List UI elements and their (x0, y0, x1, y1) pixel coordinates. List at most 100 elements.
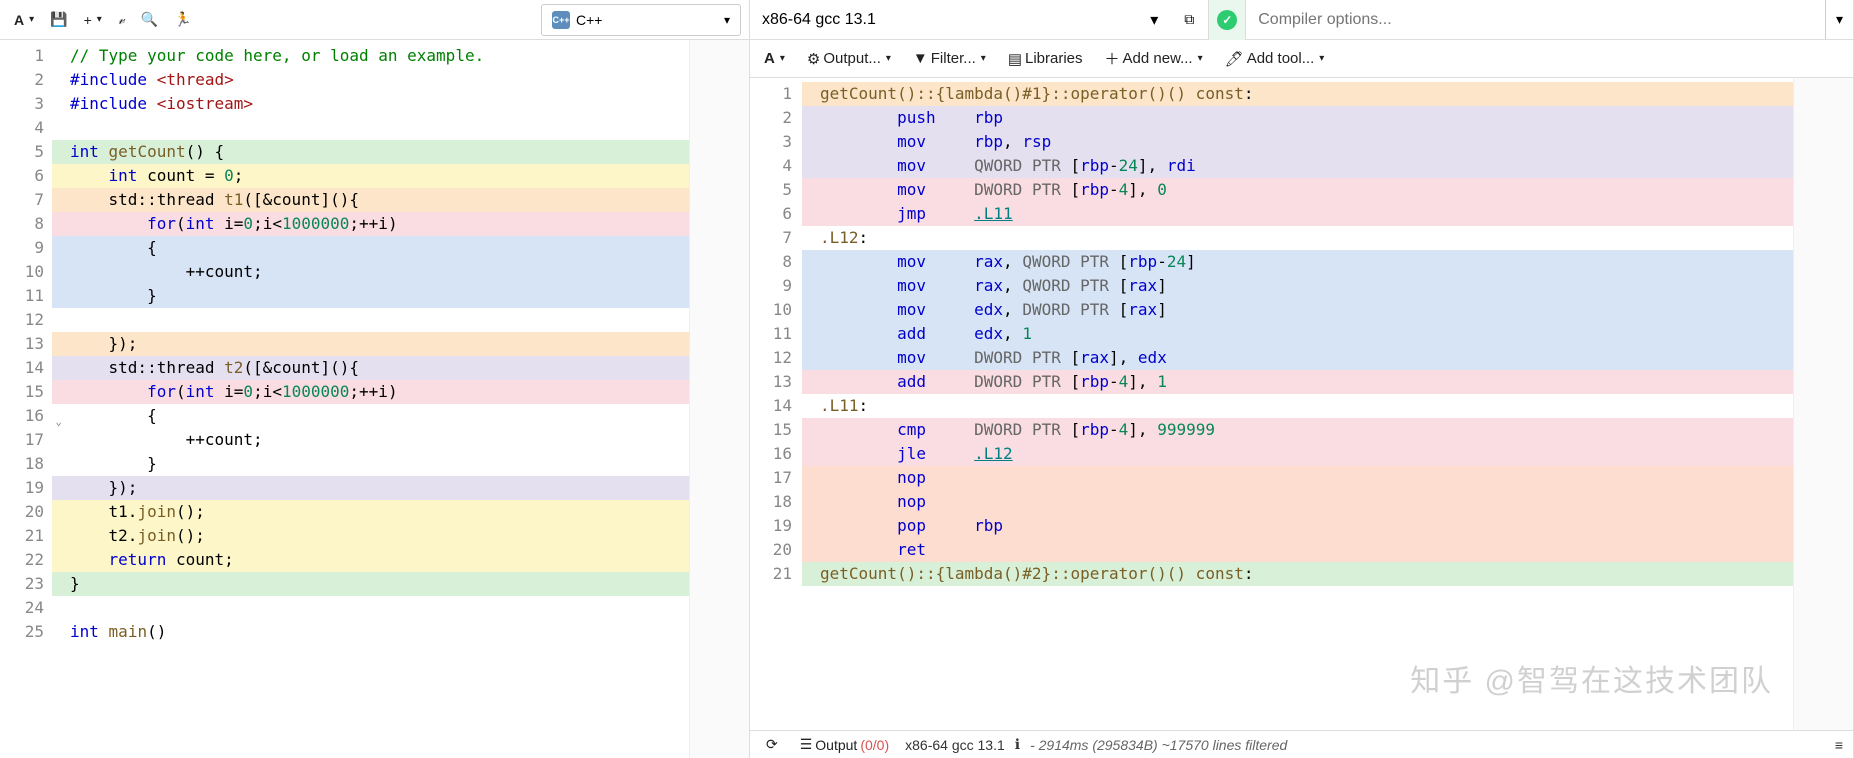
asm-line[interactable]: add edx, 1 (802, 322, 1793, 346)
asm-line[interactable]: nop (802, 490, 1793, 514)
asm-line[interactable]: pop rbp (802, 514, 1793, 538)
cpp-logo-icon: C++ (552, 11, 570, 29)
asm-line[interactable]: jmp .L11 (802, 202, 1793, 226)
source-line[interactable]: ++count; (52, 428, 689, 452)
asm-gutter: 123456789101112131415161718192021 (750, 78, 802, 730)
vim-button[interactable]: 𝓋 (112, 7, 131, 32)
plus-icon: ＋ (1105, 48, 1120, 69)
source-line[interactable]: // Type your code here, or load an examp… (52, 44, 689, 68)
source-line[interactable] (52, 116, 689, 140)
source-line[interactable]: t2.join(); (52, 524, 689, 548)
add-new-button[interactable]: ＋ Add new... ▾ (1099, 44, 1209, 73)
source-line[interactable]: } (52, 284, 689, 308)
source-toolbar: A▾ 💾 +▾ 𝓋 🔍 🏃 C++ C++ ▾ (0, 0, 749, 40)
source-line[interactable]: std::thread t2([&count](){ (52, 356, 689, 380)
status-bar: ⟳ ☰ Output (0/0) x86-64 gcc 13.1 ℹ - 291… (750, 730, 1853, 758)
source-pane: A▾ 💾 +▾ 𝓋 🔍 🏃 C++ C++ ▾ 12345⌄67⌄89⌄1011… (0, 0, 750, 758)
vim-icon: 𝓋 (118, 11, 125, 28)
add-tool-button[interactable]: 🖊 Add tool... ▾ (1219, 46, 1331, 72)
gear-icon: ⚙ (807, 50, 820, 68)
asm-line[interactable]: .L12: (802, 226, 1793, 250)
source-line[interactable]: }); (52, 476, 689, 500)
asm-line[interactable]: mov rax, QWORD PTR [rbp-24] (802, 250, 1793, 274)
asm-line[interactable]: cmp DWORD PTR [rbp-4], 999999 (802, 418, 1793, 442)
open-external-button[interactable]: ⧉ (1170, 11, 1208, 28)
asm-pane: x86-64 gcc 13.1 ▾ ⧉ ✓ ▾ A▾ ⚙ Output... ▾… (750, 0, 1854, 758)
wrench-icon: 🖊 (1225, 50, 1244, 68)
info-icon[interactable]: ℹ (1015, 736, 1020, 753)
source-line[interactable]: { (52, 404, 689, 428)
book-icon: ▤ (1008, 50, 1022, 68)
asm-code[interactable]: getCount()::{lambda()#1}::operator()() c… (802, 78, 1793, 730)
compiler-row: x86-64 gcc 13.1 ▾ ⧉ ✓ ▾ (750, 0, 1853, 40)
source-line[interactable]: for(int i=0;i<1000000;++i) (52, 380, 689, 404)
source-line[interactable]: } (52, 572, 689, 596)
asm-line[interactable]: getCount()::{lambda()#1}::operator()() c… (802, 82, 1793, 106)
asm-line[interactable]: mov rbp, rsp (802, 130, 1793, 154)
source-line[interactable]: int count = 0; (52, 164, 689, 188)
app-root: A▾ 💾 +▾ 𝓋 🔍 🏃 C++ C++ ▾ 12345⌄67⌄89⌄1011… (0, 0, 1854, 758)
source-line[interactable]: { (52, 236, 689, 260)
source-line[interactable]: #include <iostream> (52, 92, 689, 116)
status-compiler: x86-64 gcc 13.1 (905, 737, 1005, 753)
filter-menu-button[interactable]: ▼ Filter... ▾ (907, 46, 992, 71)
language-label: C++ (576, 12, 602, 28)
add-button[interactable]: +▾ (78, 8, 108, 32)
search-icon: 🔍 (141, 11, 158, 28)
compiler-selector[interactable]: x86-64 gcc 13.1 ▾ (750, 10, 1170, 30)
source-editor[interactable]: 12345⌄67⌄89⌄1011121314⌄1516⌄171819202122… (0, 40, 749, 758)
compiler-label: x86-64 gcc 13.1 (762, 11, 876, 29)
libraries-button[interactable]: ▤ Libraries (1002, 46, 1089, 72)
source-line[interactable]: #include <thread> (52, 68, 689, 92)
asm-minimap[interactable] (1793, 78, 1853, 730)
source-line[interactable]: ++count; (52, 260, 689, 284)
output-toggle[interactable]: ☰ Output (0/0) (794, 732, 895, 757)
source-line[interactable]: std::thread t1([&count](){ (52, 188, 689, 212)
list-icon: ☰ (800, 736, 813, 753)
asm-line[interactable]: ret (802, 538, 1793, 562)
source-line[interactable]: }); (52, 332, 689, 356)
source-line[interactable] (52, 308, 689, 332)
asm-toolbar: A▾ ⚙ Output... ▾ ▼ Filter... ▾ ▤ Librari… (750, 40, 1853, 78)
font-menu-button[interactable]: A▾ (8, 8, 40, 32)
asm-line[interactable]: push rbp (802, 106, 1793, 130)
font-menu-button[interactable]: A▾ (758, 46, 791, 71)
asm-editor[interactable]: 123456789101112131415161718192021 getCou… (750, 78, 1853, 730)
asm-line[interactable]: mov DWORD PTR [rbp-4], 0 (802, 178, 1793, 202)
asm-line[interactable]: jle .L12 (802, 442, 1793, 466)
source-line[interactable]: t1.join(); (52, 500, 689, 524)
source-minimap[interactable] (689, 40, 749, 758)
source-line[interactable]: int getCount() { (52, 140, 689, 164)
source-line[interactable]: int main() (52, 620, 689, 644)
asm-line[interactable]: mov edx, DWORD PTR [rax] (802, 298, 1793, 322)
options-dropdown-button[interactable]: ▾ (1825, 0, 1853, 39)
run-button[interactable]: 🏃 (168, 7, 197, 32)
source-line[interactable]: for(int i=0;i<1000000;++i) (52, 212, 689, 236)
refresh-icon: ⟳ (766, 736, 778, 753)
refresh-button[interactable]: ⟳ (760, 732, 784, 757)
language-selector[interactable]: C++ C++ ▾ (541, 4, 741, 36)
source-line[interactable]: } (52, 452, 689, 476)
output-menu-button[interactable]: ⚙ Output... ▾ (801, 46, 897, 72)
source-gutter: 12345⌄67⌄89⌄1011121314⌄1516⌄171819202122… (0, 40, 52, 758)
chevron-down-icon: ▾ (724, 13, 730, 27)
chevron-down-icon: ▾ (1836, 11, 1843, 28)
asm-line[interactable]: mov DWORD PTR [rax], edx (802, 346, 1793, 370)
scroll-indicator-icon: ≡ (1835, 737, 1843, 753)
compile-status: ✓ (1208, 0, 1246, 40)
save-button[interactable]: 💾 (44, 7, 73, 32)
compiler-options-input[interactable] (1246, 0, 1825, 39)
asm-line[interactable]: add DWORD PTR [rbp-4], 1 (802, 370, 1793, 394)
asm-line[interactable]: mov rax, QWORD PTR [rax] (802, 274, 1793, 298)
source-code[interactable]: // Type your code here, or load an examp… (52, 40, 689, 758)
chevron-down-icon: ▾ (1150, 10, 1158, 30)
asm-line[interactable]: .L11: (802, 394, 1793, 418)
external-link-icon: ⧉ (1184, 11, 1194, 28)
asm-line[interactable]: getCount()::{lambda()#2}::operator()() c… (802, 562, 1793, 586)
search-button[interactable]: 🔍 (135, 7, 164, 32)
source-line[interactable]: return count; (52, 548, 689, 572)
asm-line[interactable]: mov QWORD PTR [rbp-24], rdi (802, 154, 1793, 178)
save-icon: 💾 (50, 11, 67, 28)
asm-line[interactable]: nop (802, 466, 1793, 490)
source-line[interactable] (52, 596, 689, 620)
